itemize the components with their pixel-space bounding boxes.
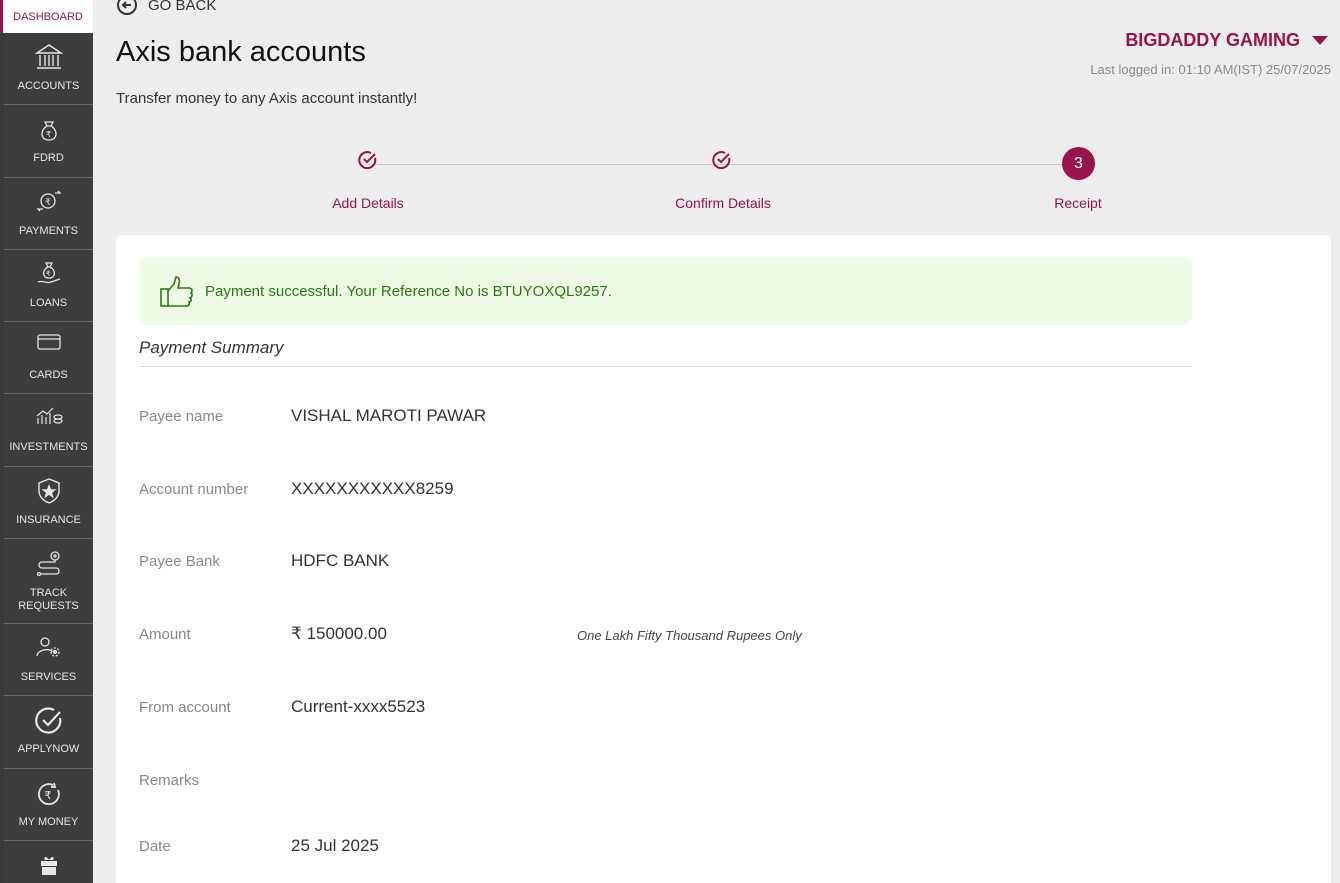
gift-icon: [40, 856, 57, 875]
sidebar-item-label: MY MONEY: [18, 816, 79, 828]
go-back-button[interactable]: GO BACK: [116, 0, 216, 16]
sidebar-item-label: APPLYNOW: [17, 743, 80, 755]
date-value: 25 Jul 2025: [291, 836, 379, 855]
remarks-label: Remarks: [139, 772, 200, 789]
bank-icon: [34, 44, 63, 69]
caret-down-icon: [1312, 36, 1328, 45]
loan-icon: ₹: [37, 262, 60, 284]
receipt-card: Payment successful. Your Reference No is…: [116, 235, 1331, 883]
svg-text:₹: ₹: [44, 790, 51, 802]
back-arrow-icon: [117, 0, 137, 15]
sidebar-item-offers[interactable]: [4, 841, 93, 883]
payee-name-label: Payee name: [139, 408, 224, 425]
thumbs-up-icon: [160, 275, 193, 307]
sidebar-item-label: FDRD: [33, 152, 64, 164]
sidebar-item-fdrd[interactable]: ₹ FDRD: [4, 105, 93, 178]
svg-text:₹: ₹: [46, 130, 51, 139]
track-route-icon: [36, 551, 60, 577]
check-circle-icon: [358, 151, 377, 170]
payee-bank-value: HDFC BANK: [291, 551, 390, 570]
check-circle-icon: [712, 151, 731, 170]
date-label: Date: [139, 838, 171, 855]
sidebar-item-accounts[interactable]: ACCOUNTS: [4, 33, 93, 105]
sidebar-item-investments[interactable]: INVESTMENTS: [4, 394, 93, 467]
sidebar-item-insurance[interactable]: INSURANCE: [4, 467, 93, 539]
payment-summary-title: Payment Summary: [139, 338, 284, 357]
services-gear-icon: [35, 637, 60, 657]
success-banner: Payment successful. Your Reference No is…: [139, 258, 1192, 325]
step-label-add-details: Add Details: [332, 195, 404, 211]
user-menu[interactable]: BIGDADDY GAMING: [1125, 30, 1328, 51]
user-name: BIGDADDY GAMING: [1125, 30, 1300, 50]
success-message: Payment successful. Your Reference No is…: [205, 283, 612, 300]
from-account-label: From account: [139, 699, 231, 716]
svg-text:₹: ₹: [46, 270, 51, 278]
sidebar-item-label: INVESTMENTS: [9, 441, 88, 453]
sidebar-item-label: CARDS: [29, 369, 68, 381]
step-label-confirm-details: Confirm Details: [675, 195, 771, 211]
sidebar-item-payments[interactable]: ₹ PAYMENTS: [4, 178, 93, 250]
sidebar-item-dashboard[interactable]: DASHBOARD: [0, 0, 93, 33]
payee-name-value: VISHAL MAROTI PAWAR: [291, 406, 487, 425]
sidebar-item-label: ACCOUNTS: [17, 80, 80, 92]
investment-chart-icon: [36, 407, 63, 424]
sidebar: DASHBOARD ACCOUNTS ₹ FDRD ₹ PAYMENTS ₹ L…: [0, 0, 93, 883]
divider: [139, 366, 1192, 367]
payee-bank-label: Payee Bank: [139, 553, 220, 570]
page-title: Axis bank accounts: [116, 36, 366, 68]
rupee-circle-icon: ₹: [37, 782, 60, 806]
card-icon: [36, 334, 61, 350]
sidebar-item-track-requests[interactable]: TRACK REQUESTS: [4, 539, 93, 624]
amount-in-words: One Lakh Fifty Thousand Rupees Only: [577, 628, 802, 643]
amount-value: ₹ 150000.00: [291, 624, 387, 643]
go-back-label: GO BACK: [148, 0, 217, 14]
sidebar-item-label: SERVICES: [20, 671, 77, 683]
shield-star-icon: [37, 478, 60, 504]
sidebar-item-label: DASHBOARD: [13, 10, 83, 23]
sidebar-item-loans[interactable]: ₹ LOANS: [4, 250, 93, 322]
money-bag-icon: ₹: [40, 121, 57, 141]
sidebar-item-cards[interactable]: CARDS: [4, 322, 93, 394]
svg-text:₹: ₹: [45, 197, 51, 207]
amount-label: Amount: [139, 626, 191, 643]
sidebar-item-label: PAYMENTS: [19, 225, 78, 237]
sidebar-item-label: LOANS: [29, 297, 68, 309]
step-number-badge: 3: [1062, 147, 1095, 180]
check-circle-icon: [34, 707, 61, 734]
account-number-label: Account number: [139, 481, 249, 498]
from-account-value: Current-xxxx5523: [291, 697, 426, 716]
last-logged-in: Last logged in: 01:10 AM(IST) 25/07/2025: [1090, 62, 1331, 77]
sidebar-item-label: TRACK REQUESTS: [18, 587, 79, 612]
sidebar-item-services[interactable]: SERVICES: [4, 624, 93, 696]
sidebar-item-my-money[interactable]: ₹ MY MONEY: [4, 769, 93, 841]
account-number-value: XXXXXXXXXXX8259: [291, 479, 454, 498]
step-label-receipt: Receipt: [1054, 195, 1102, 211]
payments-icon: ₹: [35, 190, 62, 212]
sidebar-item-label: INSURANCE: [16, 514, 81, 526]
sidebar-item-applynow[interactable]: APPLYNOW: [4, 696, 93, 769]
page-subtitle: Transfer money to any Axis account insta…: [116, 90, 418, 107]
